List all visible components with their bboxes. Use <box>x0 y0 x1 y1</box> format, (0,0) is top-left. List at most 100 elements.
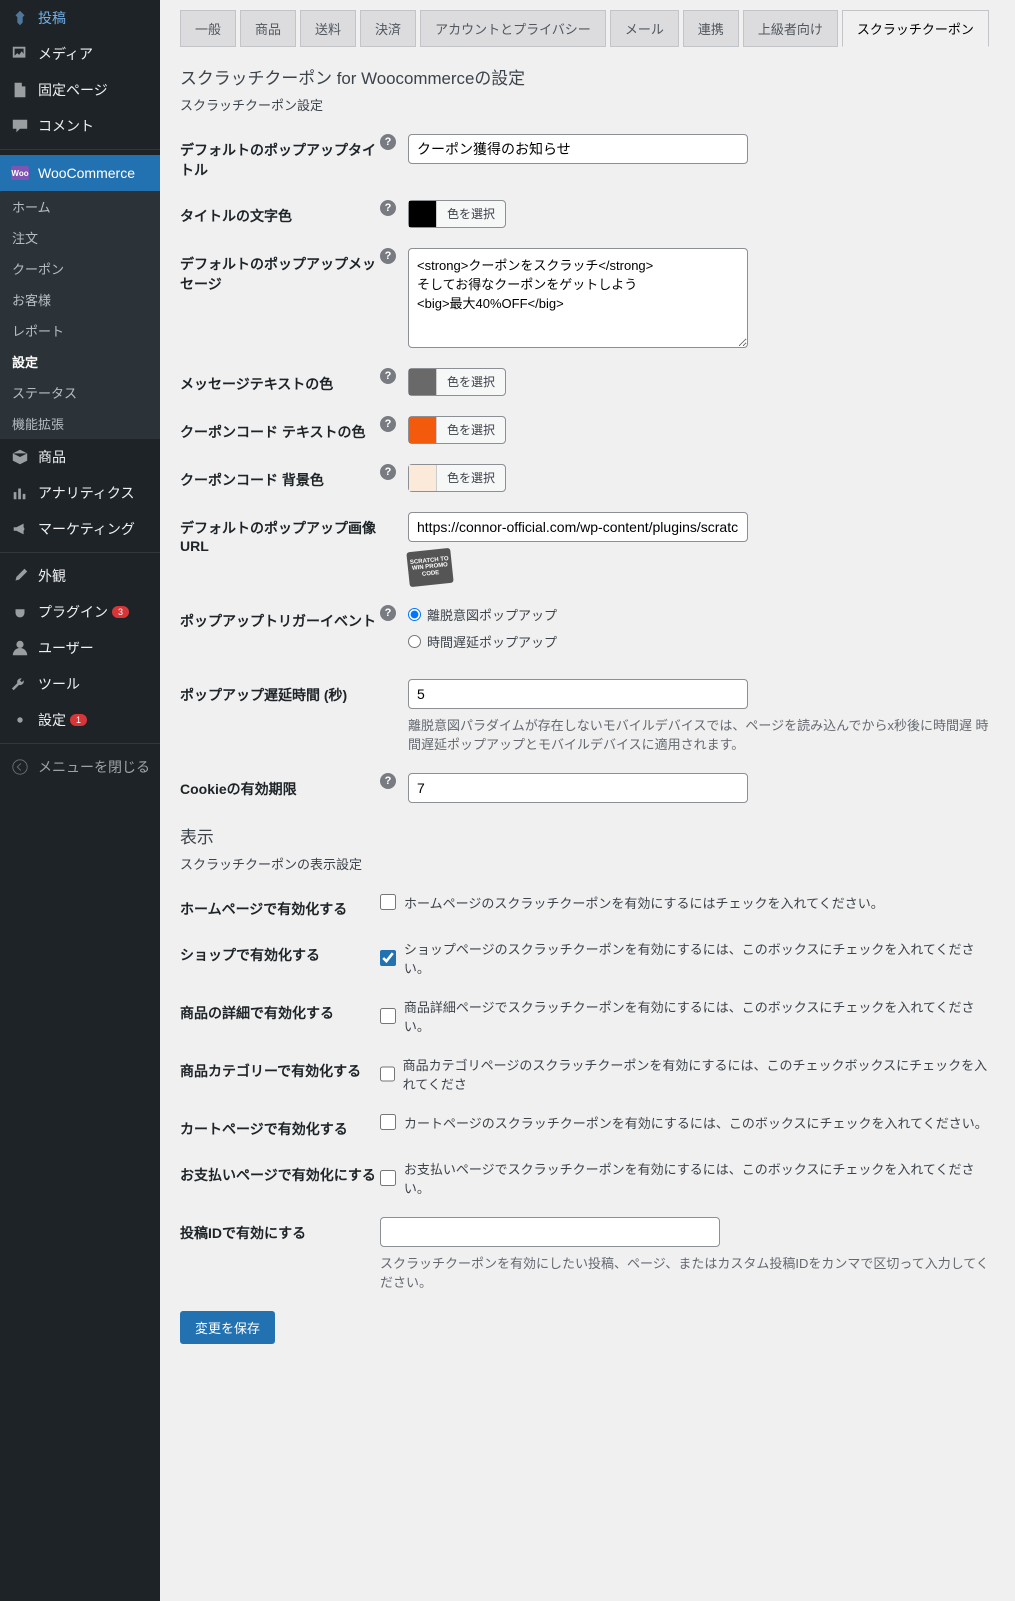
menu-label: マーケティング <box>38 519 135 539</box>
menu-pages[interactable]: 固定ページ <box>0 72 160 108</box>
menu-label: プラグイン <box>38 602 108 622</box>
color-swatch <box>409 465 437 491</box>
color-button[interactable]: 色を選択 <box>437 369 505 394</box>
sub-coupons[interactable]: クーポン <box>0 253 160 284</box>
help-icon[interactable]: ? <box>380 134 396 150</box>
settings-tabs: 一般 商品 送料 決済 アカウントとプライバシー メール 連携 上級者向け スク… <box>180 10 995 47</box>
main-content: 一般 商品 送料 決済 アカウントとプライバシー メール 連携 上級者向け スク… <box>160 0 1015 1601</box>
shop-enable-desc: ショップページのスクラッチクーポンを有効にするには、このボックスにチェックを入れ… <box>404 939 995 977</box>
label-cookie: Cookieの有効期限 <box>180 773 380 799</box>
help-icon[interactable]: ? <box>380 464 396 480</box>
settings-badge: 1 <box>70 714 87 726</box>
home-enable-checkbox[interactable] <box>380 894 396 910</box>
tab-advanced[interactable]: 上級者向け <box>743 10 838 47</box>
menu-users[interactable]: ユーザー <box>0 630 160 666</box>
home-enable-desc: ホームページのスクラッチクーポンを有効にするにはチェックを入れてください。 <box>404 893 884 912</box>
label-coupon-bg-color: クーポンコード 背景色 <box>180 464 380 490</box>
msg-color-picker[interactable]: 色を選択 <box>408 368 506 396</box>
product-enable-checkbox[interactable] <box>380 1008 396 1024</box>
sub-extensions[interactable]: 機能拡張 <box>0 408 160 439</box>
menu-posts[interactable]: 投稿 <box>0 0 160 36</box>
menu-label: コメント <box>38 116 94 136</box>
menu-label: 投稿 <box>38 8 66 28</box>
menu-label: 外観 <box>38 566 66 586</box>
menu-label: メニューを閉じる <box>38 757 150 777</box>
tab-integration[interactable]: 連携 <box>683 10 739 47</box>
menu-label: アナリティクス <box>38 483 134 503</box>
cookie-input[interactable] <box>408 773 748 803</box>
gear-icon <box>10 710 30 730</box>
label-home-enable: ホームページで有効化する <box>180 893 380 919</box>
menu-label: ユーザー <box>38 638 94 658</box>
post-ids-input[interactable] <box>380 1217 720 1247</box>
tab-products[interactable]: 商品 <box>240 10 296 47</box>
media-icon <box>10 44 30 64</box>
popup-image-input[interactable] <box>408 512 748 542</box>
popup-title-input[interactable] <box>408 134 748 164</box>
help-icon[interactable]: ? <box>380 605 396 621</box>
color-button[interactable]: 色を選択 <box>437 417 505 442</box>
sub-home[interactable]: ホーム <box>0 191 160 222</box>
pin-icon <box>10 8 30 28</box>
tab-emails[interactable]: メール <box>610 10 679 47</box>
sub-status[interactable]: ステータス <box>0 377 160 408</box>
menu-tools[interactable]: ツール <box>0 666 160 702</box>
tab-payments[interactable]: 決済 <box>360 10 416 47</box>
section-desc: スクラッチクーポン設定 <box>180 95 995 114</box>
popup-msg-textarea[interactable]: <strong>クーポンをスクラッチ</strong> そしてお得なクーポンをゲ… <box>408 248 748 348</box>
help-icon[interactable]: ? <box>380 248 396 264</box>
color-button[interactable]: 色を選択 <box>437 201 505 226</box>
label-post-ids: 投稿IDで有効にする <box>180 1217 380 1243</box>
menu-analytics[interactable]: アナリティクス <box>0 475 160 511</box>
sub-customers[interactable]: お客様 <box>0 284 160 315</box>
label-product-enable: 商品の詳細で有効化する <box>180 997 380 1023</box>
menu-label: 商品 <box>38 447 66 467</box>
plug-icon <box>10 602 30 622</box>
help-icon[interactable]: ? <box>380 773 396 789</box>
menu-marketing[interactable]: マーケティング <box>0 511 160 547</box>
coupon-text-color-picker[interactable]: 色を選択 <box>408 416 506 444</box>
trigger-exit-intent-radio[interactable] <box>408 608 421 621</box>
tab-shipping[interactable]: 送料 <box>300 10 356 47</box>
checkout-enable-checkbox[interactable] <box>380 1170 396 1186</box>
trigger-time-delay-radio[interactable] <box>408 635 421 648</box>
menu-settings[interactable]: 設定1 <box>0 702 160 738</box>
delay-input[interactable] <box>408 679 748 709</box>
menu-label: ツール <box>38 674 80 694</box>
cart-enable-checkbox[interactable] <box>380 1114 396 1130</box>
menu-woocommerce[interactable]: WooWooCommerce <box>0 155 160 191</box>
help-icon[interactable]: ? <box>380 416 396 432</box>
coupon-bg-color-picker[interactable]: 色を選択 <box>408 464 506 492</box>
menu-products[interactable]: 商品 <box>0 439 160 475</box>
tab-general[interactable]: 一般 <box>180 10 236 47</box>
category-enable-checkbox[interactable] <box>380 1066 395 1082</box>
delay-help-text: 離脱意図パラダイムが存在しないモバイルデバイスでは、ページを読み込んでからx秒後… <box>408 715 995 753</box>
menu-collapse[interactable]: メニューを閉じる <box>0 749 160 785</box>
label-shop-enable: ショップで有効化する <box>180 939 380 965</box>
help-icon[interactable]: ? <box>380 200 396 216</box>
tab-scratch[interactable]: スクラッチクーポン <box>842 10 989 47</box>
label-checkout-enable: お支払いページで有効化にする <box>180 1159 380 1185</box>
menu-plugins[interactable]: プラグイン3 <box>0 594 160 630</box>
menu-appearance[interactable]: 外観 <box>0 558 160 594</box>
color-swatch <box>409 201 437 227</box>
shop-enable-checkbox[interactable] <box>380 950 396 966</box>
tab-accounts[interactable]: アカウントとプライバシー <box>420 10 606 47</box>
sub-settings[interactable]: 設定 <box>0 346 160 377</box>
menu-label: WooCommerce <box>38 165 135 181</box>
display-section-desc: スクラッチクーポンの表示設定 <box>180 854 995 873</box>
user-icon <box>10 638 30 658</box>
post-ids-help: スクラッチクーポンを有効にしたい投稿、ページ、またはカスタム投稿IDをカンマで区… <box>380 1253 995 1291</box>
admin-sidebar: 投稿 メディア 固定ページ コメント WooWooCommerce ホーム 注文… <box>0 0 160 1601</box>
label-msg-color: メッセージテキストの色 <box>180 368 380 394</box>
help-icon[interactable]: ? <box>380 368 396 384</box>
menu-comments[interactable]: コメント <box>0 108 160 144</box>
title-color-picker[interactable]: 色を選択 <box>408 200 506 228</box>
sub-reports[interactable]: レポート <box>0 315 160 346</box>
menu-media[interactable]: メディア <box>0 36 160 72</box>
save-button[interactable]: 変更を保存 <box>180 1311 275 1344</box>
color-button[interactable]: 色を選択 <box>437 465 505 490</box>
product-enable-desc: 商品詳細ページでスクラッチクーポンを有効にするには、このボックスにチェックを入れ… <box>404 997 995 1035</box>
label-cart-enable: カートページで有効化する <box>180 1113 380 1139</box>
sub-orders[interactable]: 注文 <box>0 222 160 253</box>
